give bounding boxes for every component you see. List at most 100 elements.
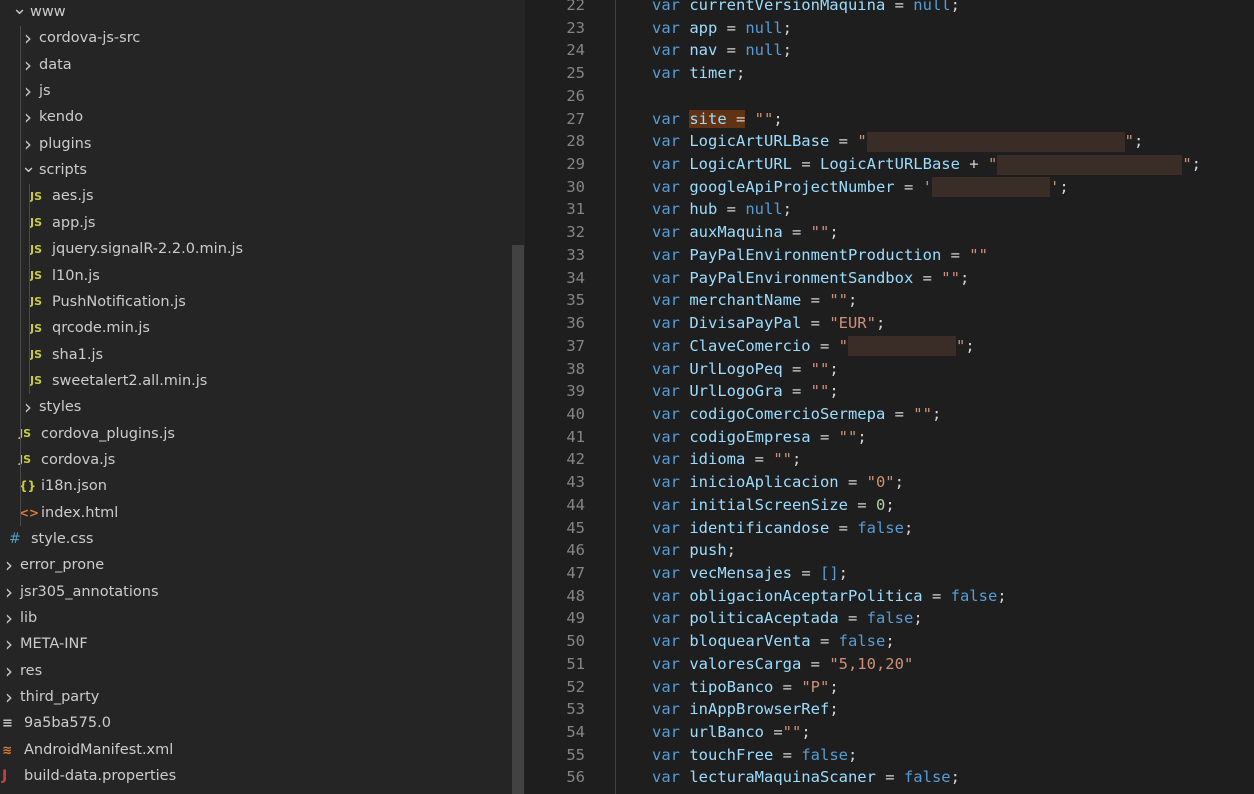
code-line[interactable]: 36 var DivisaPayPal = "EUR"; xyxy=(525,312,1254,334)
identifier-token: googleApiProjectNumber xyxy=(689,177,895,196)
semicolon-token: ; xyxy=(782,41,792,60)
code-line[interactable]: 43 var inicioAplicacion = "0"; xyxy=(525,471,1254,493)
explorer-item[interactable]: ⌄ scripts xyxy=(0,156,525,183)
code-line[interactable]: 25 var timer; xyxy=(525,62,1254,84)
explorer-item[interactable]: JS aes.js xyxy=(0,183,525,209)
code-line[interactable]: 50 var bloquearVenta = false; xyxy=(525,630,1254,652)
explorer-item[interactable]: JS sha1.js xyxy=(0,342,525,368)
code-line[interactable]: 31 var hub = null; xyxy=(525,198,1254,220)
line-number: 41 xyxy=(566,427,585,446)
explorer-item[interactable]: Jbuild-data.properties xyxy=(0,763,514,789)
code-text: var initialScreenSize = 0; xyxy=(652,494,895,516)
code-text: var LogicArtURL = LogicArtURLBase + " "; xyxy=(652,153,1201,175)
explorer-item[interactable]: JS l10n.js xyxy=(0,263,525,289)
explorer-item[interactable]: › plugins xyxy=(0,131,525,157)
code-line[interactable]: 30 var googleApiProjectNumber = ' '; xyxy=(525,176,1254,198)
keyword-token: var xyxy=(652,404,690,423)
identifier-token: merchantName xyxy=(689,291,802,310)
explorer-item[interactable]: › third_party xyxy=(0,684,514,710)
operator-token: = xyxy=(885,404,914,423)
code-editor[interactable]: 22 var currentVersionMaquina = null; 23 var… xyxy=(525,0,1254,794)
explorer-item[interactable]: › js xyxy=(0,78,525,104)
code-line[interactable]: 39 var UrlLogoGra = ""; xyxy=(525,380,1254,402)
explorer-item[interactable]: › cordova-js-src xyxy=(0,25,525,51)
value-token: null xyxy=(745,41,783,60)
code-line[interactable]: 32 var auxMaquina = ""; xyxy=(525,221,1254,243)
code-line[interactable]: 54 var urlBanco =""; xyxy=(525,721,1254,743)
code-line[interactable]: 49 var politicaAceptada = false; xyxy=(525,607,1254,629)
explorer-sidebar: ⌄ www › cordova-js-src › data › js › kendo › plugin… xyxy=(0,0,525,794)
code-line[interactable]: 40 var codigoComercioSermepa = ""; xyxy=(525,403,1254,425)
code-line[interactable]: 23 var app = null; xyxy=(525,17,1254,39)
explorer-item[interactable]: {} i18n.json xyxy=(0,473,525,499)
js-file-icon: JS xyxy=(30,189,43,203)
explorer-item-label: error_prone xyxy=(20,557,105,574)
explorer-item[interactable]: › styles xyxy=(0,394,525,420)
code-line[interactable]: 45 var identificandose = false; xyxy=(525,517,1254,539)
code-line[interactable]: 26 xyxy=(525,85,1254,107)
code-line[interactable]: 41 var codigoEmpresa = ""; xyxy=(525,426,1254,448)
explorer-item[interactable]: JS cordova.js xyxy=(0,447,525,473)
explorer-item[interactable]: ≋ AndroidManifest.xml xyxy=(0,737,514,763)
code-line[interactable]: 52 var tipoBanco = "P"; xyxy=(525,676,1254,698)
line-number: 40 xyxy=(566,404,585,423)
code-line[interactable]: 53 var inAppBrowserRef; xyxy=(525,698,1254,720)
js-file-icon: JS xyxy=(30,295,43,309)
code-line[interactable]: 22 var currentVersionMaquina = null; xyxy=(525,0,1254,16)
value-token: false xyxy=(801,745,848,764)
explorer-item[interactable]: › jsr305_annotations xyxy=(0,579,514,605)
line-number: 51 xyxy=(566,654,585,673)
sidebar-scrollbar[interactable] xyxy=(512,245,524,794)
explorer-item[interactable]: › data xyxy=(0,52,525,78)
lines-file-icon: ≡ xyxy=(2,715,13,731)
code-text: var UrlLogoGra = ""; xyxy=(652,380,839,402)
code-line[interactable]: 38 var UrlLogoPeq = ""; xyxy=(525,358,1254,380)
code-line[interactable]: 51 var valoresCarga = "5,10,20" xyxy=(525,653,1254,675)
explorer-item[interactable]: ≡ 9a5ba575.0 xyxy=(0,710,514,736)
code-line[interactable]: 46 var push; xyxy=(525,539,1254,561)
explorer-item[interactable]: JS PushNotification.js xyxy=(0,289,525,315)
explorer-item[interactable]: # style.css xyxy=(0,526,521,552)
code-line[interactable]: 42 var idioma = ""; xyxy=(525,448,1254,470)
code-line[interactable]: 37 var ClaveComercio = " "; xyxy=(525,335,1254,357)
code-line[interactable]: 33 var PayPalEnvironmentProduction = "" xyxy=(525,244,1254,266)
operator-token: = xyxy=(801,654,830,673)
redacted-value xyxy=(848,336,956,357)
explorer-item[interactable]: › res xyxy=(0,658,514,684)
value-token: null xyxy=(745,18,783,37)
code-line[interactable]: 47 var vecMensajes = []; xyxy=(525,562,1254,584)
explorer-item[interactable]: › META-INF xyxy=(0,631,514,657)
identifier-token: PayPalEnvironmentSandbox xyxy=(689,268,914,287)
explorer-item[interactable]: JS app.js xyxy=(0,210,525,236)
explorer-item-label: i18n.json xyxy=(41,478,107,495)
explorer-item[interactable]: › error_prone xyxy=(0,552,514,578)
explorer-item[interactable]: JS sweetalert2.all.min.js xyxy=(0,368,525,394)
explorer-item[interactable]: JS jquery.signalR-2.2.0.min.js xyxy=(0,236,525,262)
code-line[interactable]: 24 var nav = null; xyxy=(525,39,1254,61)
explorer-item[interactable]: ⌄ www xyxy=(0,0,524,25)
line-number: 44 xyxy=(566,495,585,514)
chevron-right-icon: › xyxy=(24,52,32,77)
operator-token: = xyxy=(782,382,811,401)
code-line[interactable]: 29 var LogicArtURL = LogicArtURLBase + " "… xyxy=(525,153,1254,175)
code-line[interactable]: 35 var merchantName = ""; xyxy=(525,289,1254,311)
code-line[interactable]: 48 var obligacionAceptarPolitica = false; xyxy=(525,585,1254,607)
code-line[interactable]: 55 var touchFree = false; xyxy=(525,744,1254,766)
explorer-item[interactable]: › kendo xyxy=(0,104,525,130)
code-line[interactable]: 27 var site = ""; xyxy=(525,108,1254,130)
semicolon-token: ; xyxy=(801,723,811,742)
code-line[interactable]: 34 var PayPalEnvironmentSandbox = ""; xyxy=(525,267,1254,289)
explorer-item[interactable]: <> index.html xyxy=(0,500,525,526)
explorer-item-label: js xyxy=(39,83,51,100)
operator-token: = xyxy=(941,245,970,264)
keyword-token: var xyxy=(652,495,690,514)
code-line[interactable]: 44 var initialScreenSize = 0; xyxy=(525,494,1254,516)
code-line[interactable]: 28 var LogicArtURLBase = " "; xyxy=(525,130,1254,152)
semicolon-token: ; xyxy=(885,495,895,514)
value-token: "" xyxy=(838,427,858,446)
explorer-item[interactable]: JS cordova_plugins.js xyxy=(0,421,525,447)
explorer-item[interactable]: JS qrcode.min.js xyxy=(0,315,525,341)
code-line[interactable]: 56 var lecturaMaquinaScaner = false; xyxy=(525,766,1254,788)
keyword-token: var xyxy=(652,132,690,151)
explorer-item[interactable]: › lib xyxy=(0,605,514,631)
